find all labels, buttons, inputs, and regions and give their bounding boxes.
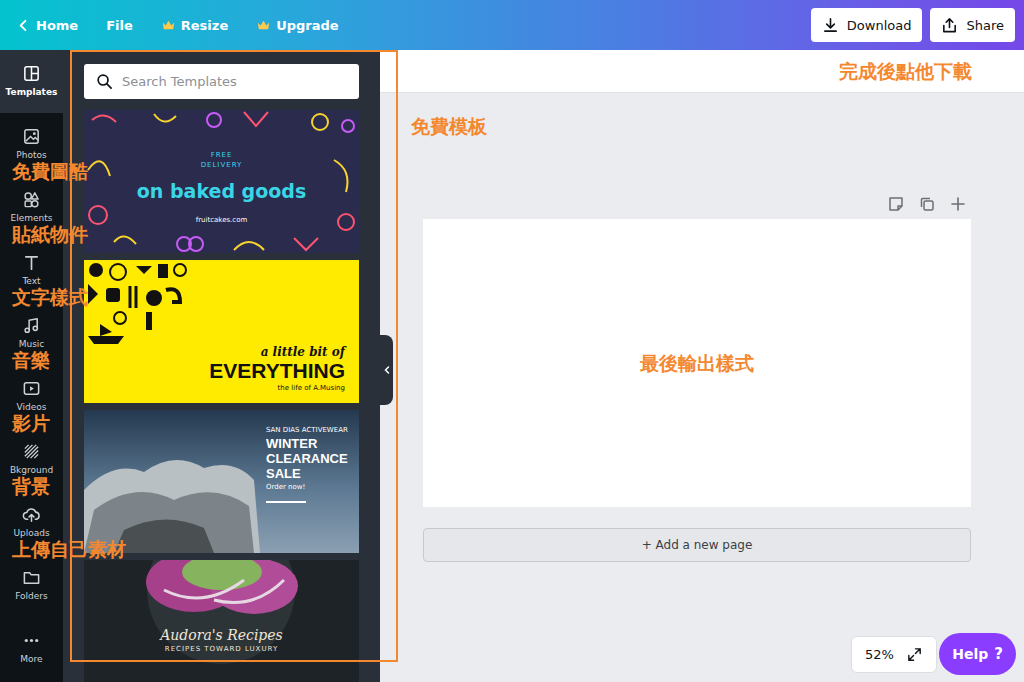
annotation-label: 最後輸出樣式 (640, 352, 754, 374)
note-icon[interactable] (887, 195, 905, 213)
template-card[interactable]: SAN DIAS ACTIVEWEARWINTERCLEARANCESALEOr… (84, 410, 359, 553)
sidebar-item[interactable]: Videos 影片 (0, 365, 63, 428)
crown-icon (256, 18, 271, 33)
sidebar-item[interactable]: Photos 免費圖酷 (0, 113, 63, 176)
annotation-label: 完成後點他下載 (839, 60, 972, 82)
sidebar: Templates Photos 免費圖酷 Elements 貼紙物件 Text… (0, 50, 63, 682)
canva-editor: Home File Resize Upgrade Download Share … (0, 0, 1024, 682)
template-texts: a little bit ofEVERYTHING the life of A.M… (84, 260, 359, 403)
fullscreen-icon (906, 646, 923, 663)
nav-item[interactable]: Resize (161, 18, 228, 33)
template-text: FREE (211, 150, 233, 160)
text-icon (22, 253, 41, 272)
sidebar-item[interactable]: Elements 貼紙物件 (0, 176, 63, 239)
page-tools (423, 195, 971, 213)
template-card[interactable]: a little bit ofEVERYTHING the life of A.M… (84, 260, 359, 403)
music-icon (22, 316, 41, 335)
template-text: EVERYTHING (209, 359, 345, 382)
chevron-left-icon (16, 18, 31, 33)
sidebar-item[interactable]: Text 文字樣式 (0, 239, 63, 302)
sidebar-item[interactable]: Uploads 上傳自己素材 (0, 491, 63, 554)
annotation-frame (70, 50, 398, 662)
template-text: DELIVERY (201, 160, 243, 170)
share-icon (941, 17, 958, 34)
annotation-label: 免費圖酷 (12, 160, 88, 182)
workspace: Templates Photos 免費圖酷 Elements 貼紙物件 Text… (0, 50, 1024, 682)
template-text: RECIPES TOWARD LUXURY (165, 645, 278, 653)
template-text: on baked goods (137, 180, 306, 202)
template-text: Order now! (266, 481, 305, 493)
chevron-left-icon (382, 365, 392, 375)
sidebar-item[interactable]: Templates (0, 50, 63, 113)
template-texts: SAN DIAS ACTIVEWEARWINTERCLEARANCESALEOr… (84, 410, 359, 553)
zoom-control[interactable]: 52% (851, 636, 937, 673)
annotation-label: 音樂 (12, 349, 50, 371)
template-card[interactable]: Audora's Recipes RECIPES TOWARD LUXURY (84, 560, 359, 682)
search-icon (96, 73, 113, 90)
templates-panel: Search Templates FREEDELIVERY on baked go… (63, 50, 380, 682)
plus-icon[interactable] (949, 195, 967, 213)
top-actions: Download Share (811, 8, 1015, 42)
canvas-toolbar: 完成後點他下載 (380, 50, 1024, 93)
template-rule (266, 501, 306, 503)
nav-item[interactable]: File (106, 18, 133, 33)
crown-icon (161, 18, 176, 33)
template-text: a little bit of (261, 345, 345, 359)
nav-item[interactable]: Home (16, 18, 78, 33)
canvas-body: 免費模板 最後輸出樣式 + Add a new page (380, 93, 1024, 562)
help-button[interactable]: Help ? (939, 633, 1016, 675)
copy-icon[interactable] (918, 195, 936, 213)
top-nav: Home File Resize Upgrade (16, 18, 339, 33)
sidebar-item[interactable]: Bkground 背景 (0, 428, 63, 491)
sidebar-item[interactable]: Folders (0, 554, 63, 617)
sidebar-item[interactable]: More (0, 617, 63, 680)
template-text: SALE (266, 466, 301, 481)
canvas-area: 完成後點他下載 免費模板 最後輸出樣式 + Add a new page (380, 50, 1024, 682)
template-text: Audora's Recipes (160, 627, 283, 643)
design-page[interactable]: 最後輸出樣式 (423, 219, 971, 507)
add-page-button[interactable]: + Add a new page (423, 528, 971, 562)
template-text: fruitcakes.com (196, 216, 248, 224)
templates-icon (22, 64, 41, 83)
more-icon (22, 631, 41, 650)
videos-icon (22, 379, 41, 398)
download-button[interactable]: Download (811, 8, 923, 42)
template-texts: Audora's Recipes RECIPES TOWARD LUXURY (84, 560, 359, 682)
template-texts: FREEDELIVERY on baked goods fruitcakes.com (84, 110, 359, 253)
page-wrapper: 最後輸出樣式 + Add a new page (423, 195, 971, 562)
search-field[interactable]: Search Templates (84, 64, 359, 99)
annotation-label: 免費模板 (411, 115, 487, 137)
annotation-label: 背景 (12, 475, 50, 497)
annotation-label: 上傳自己素材 (12, 538, 126, 560)
top-bar: Home File Resize Upgrade Download Share (0, 0, 1024, 50)
template-text: CLEARANCE (266, 451, 348, 466)
template-list: FREEDELIVERY on baked goods fruitcakes.com… (84, 110, 359, 682)
download-icon (822, 17, 839, 34)
template-card[interactable]: FREEDELIVERY on baked goods fruitcakes.com (84, 110, 359, 253)
share-button[interactable]: Share (930, 8, 1015, 42)
template-text: SAN DIAS ACTIVEWEAR (266, 424, 348, 436)
background-icon (22, 442, 41, 461)
template-text: WINTER (266, 436, 317, 451)
folders-icon (22, 568, 41, 587)
annotation-label: 文字樣式 (12, 286, 88, 308)
photos-icon (22, 127, 41, 146)
uploads-icon (22, 505, 41, 524)
annotation-label: 貼紙物件 (12, 223, 88, 245)
elements-icon (22, 190, 41, 209)
sidebar-item[interactable]: Music 音樂 (0, 302, 63, 365)
annotation-label: 影片 (12, 412, 50, 434)
template-text: the life of A.Musing (278, 384, 345, 392)
nav-item[interactable]: Upgrade (256, 18, 338, 33)
collapse-panel-handle[interactable] (380, 335, 393, 405)
cabbage-photo-icon (84, 560, 358, 682)
